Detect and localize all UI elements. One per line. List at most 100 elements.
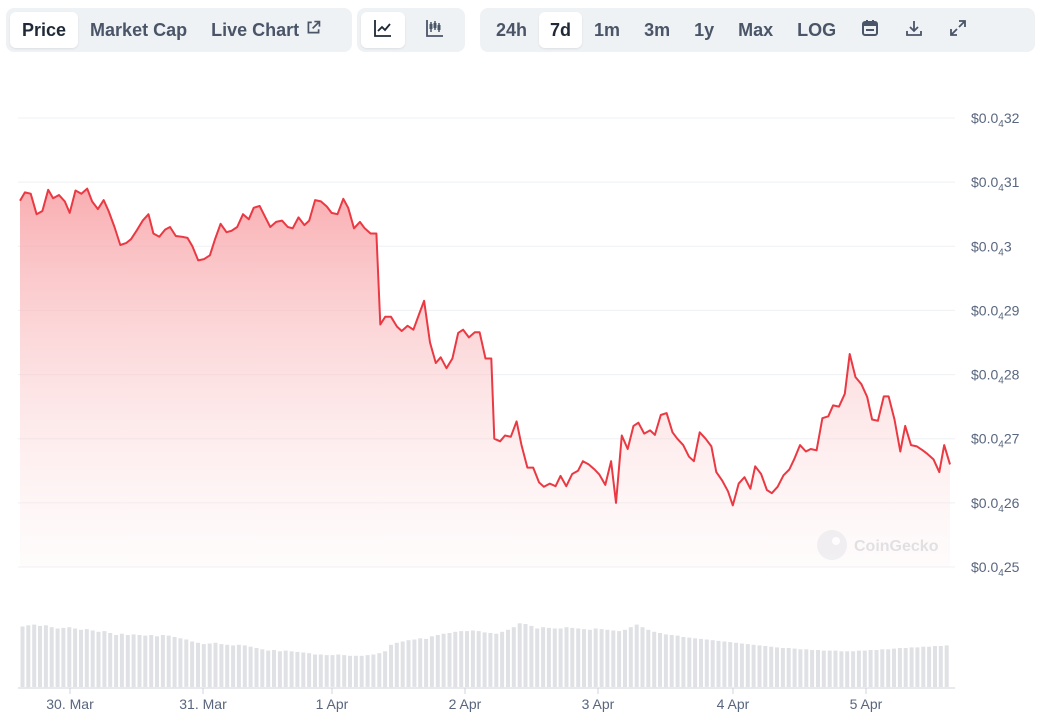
- volume-bar: [944, 645, 949, 687]
- volume-bar: [851, 651, 856, 688]
- volume-bar: [810, 650, 815, 687]
- volume-bar: [506, 629, 510, 687]
- volume-bar: [699, 638, 703, 687]
- volume-bar: [927, 646, 932, 687]
- y-tick-label: $0.0426: [971, 495, 1020, 515]
- volume-bar: [377, 653, 382, 687]
- volume-bar: [833, 650, 838, 687]
- volume-bar: [166, 635, 171, 687]
- volume-bar: [207, 643, 212, 688]
- volume-bar: [494, 633, 499, 687]
- volume-bar: [102, 631, 107, 687]
- volume-bar: [880, 649, 885, 687]
- volume-bar: [336, 654, 341, 687]
- volume-bar: [511, 627, 516, 687]
- x-tick-label: 31. Mar: [179, 696, 227, 712]
- volume-bar: [868, 650, 873, 687]
- volume-bar: [745, 644, 750, 687]
- gecko-logo-icon: [817, 530, 847, 560]
- gecko-eye-icon: [832, 537, 840, 545]
- volume-bar: [32, 624, 37, 687]
- volume-bar: [798, 649, 803, 687]
- volume-bar: [149, 635, 154, 687]
- volume-bar: [318, 654, 323, 687]
- volume-bar: [155, 636, 159, 687]
- x-tick-label: 5 Apr: [850, 696, 883, 712]
- volume-bar: [365, 655, 370, 687]
- volume-bar: [143, 635, 148, 687]
- volume-bar: [108, 633, 113, 687]
- volume-bar: [821, 650, 826, 687]
- x-tick-label: 4 Apr: [717, 696, 750, 712]
- volume-bar: [84, 629, 89, 687]
- volume-bar: [43, 625, 48, 688]
- volume-bar: [874, 650, 879, 687]
- volume-bar: [552, 628, 557, 687]
- y-tick-label: $0.043: [971, 238, 1012, 258]
- volume-bar: [687, 637, 692, 687]
- volume-bar: [383, 651, 388, 688]
- volume-bar: [921, 646, 926, 687]
- volume-bar: [546, 627, 551, 687]
- volume-bar: [79, 629, 83, 687]
- volume-bar: [710, 640, 715, 687]
- volume-bar: [541, 627, 546, 687]
- volume-bar: [827, 650, 832, 687]
- volume-bar: [903, 648, 908, 687]
- volume-bar: [816, 650, 820, 687]
- y-tick-label: $0.0431: [971, 174, 1020, 194]
- volume-bar: [353, 655, 358, 687]
- volume-bar: [915, 647, 920, 687]
- volume-bar: [96, 631, 101, 688]
- volume-bar: [248, 646, 253, 687]
- volume-bar: [897, 648, 902, 687]
- volume-bar: [412, 639, 417, 687]
- volume-bar: [739, 643, 744, 688]
- volume-bar: [406, 640, 411, 687]
- volume-bar: [769, 646, 774, 687]
- volume-bar: [465, 631, 469, 687]
- volume-bar: [61, 627, 66, 687]
- watermark-text: CoinGecko: [854, 538, 939, 555]
- volume-bar: [400, 641, 405, 687]
- volume-bar: [716, 640, 721, 687]
- y-axis: $0.0432 $0.0431 $0.043 $0.0429 $0.0428 $0.042…: [971, 110, 1020, 579]
- volume-bar: [441, 633, 446, 687]
- x-tick-label: 30. Mar: [46, 696, 94, 712]
- volume-bar: [38, 625, 42, 687]
- volume-bar: [839, 651, 844, 688]
- price-chart[interactable]: $0.0432 $0.0431 $0.043 $0.0429 $0.0428 $0.042…: [0, 0, 1057, 726]
- volume-bar: [780, 648, 785, 687]
- volume-bar: [488, 633, 493, 687]
- volume-bar: [640, 627, 645, 687]
- volume-bars: [20, 623, 949, 688]
- volume-bar: [623, 629, 627, 687]
- volume-bar: [938, 646, 943, 687]
- volume-bar: [447, 633, 452, 687]
- volume-bar: [160, 635, 165, 687]
- volume-bar: [266, 650, 271, 687]
- volume-bar: [394, 642, 399, 687]
- volume-bar: [213, 642, 218, 687]
- volume-bar: [231, 645, 236, 687]
- volume-bar: [301, 652, 306, 687]
- volume-bar: [704, 639, 709, 687]
- x-tick-label: 1 Apr: [316, 696, 349, 712]
- volume-bar: [242, 645, 247, 687]
- volume-bar: [529, 625, 534, 687]
- y-tick-label: $0.0429: [971, 302, 1020, 322]
- x-axis: 30. Mar 31. Mar 1 Apr 2 Apr 3 Apr 4 Apr 5 Apr: [18, 687, 955, 712]
- volume-bar: [418, 638, 423, 688]
- volume-bar: [681, 637, 686, 688]
- volume-bar: [178, 638, 183, 688]
- volume-bar: [845, 651, 850, 688]
- y-tick-label: $0.0428: [971, 367, 1020, 387]
- volume-bar: [283, 650, 288, 687]
- volume-bar: [90, 630, 95, 687]
- volume-bar: [675, 635, 680, 687]
- volume-bar: [558, 628, 563, 687]
- volume-bar: [289, 651, 294, 688]
- volume-bar: [389, 644, 393, 688]
- volume-bar: [225, 644, 230, 688]
- volume-bar: [862, 650, 867, 687]
